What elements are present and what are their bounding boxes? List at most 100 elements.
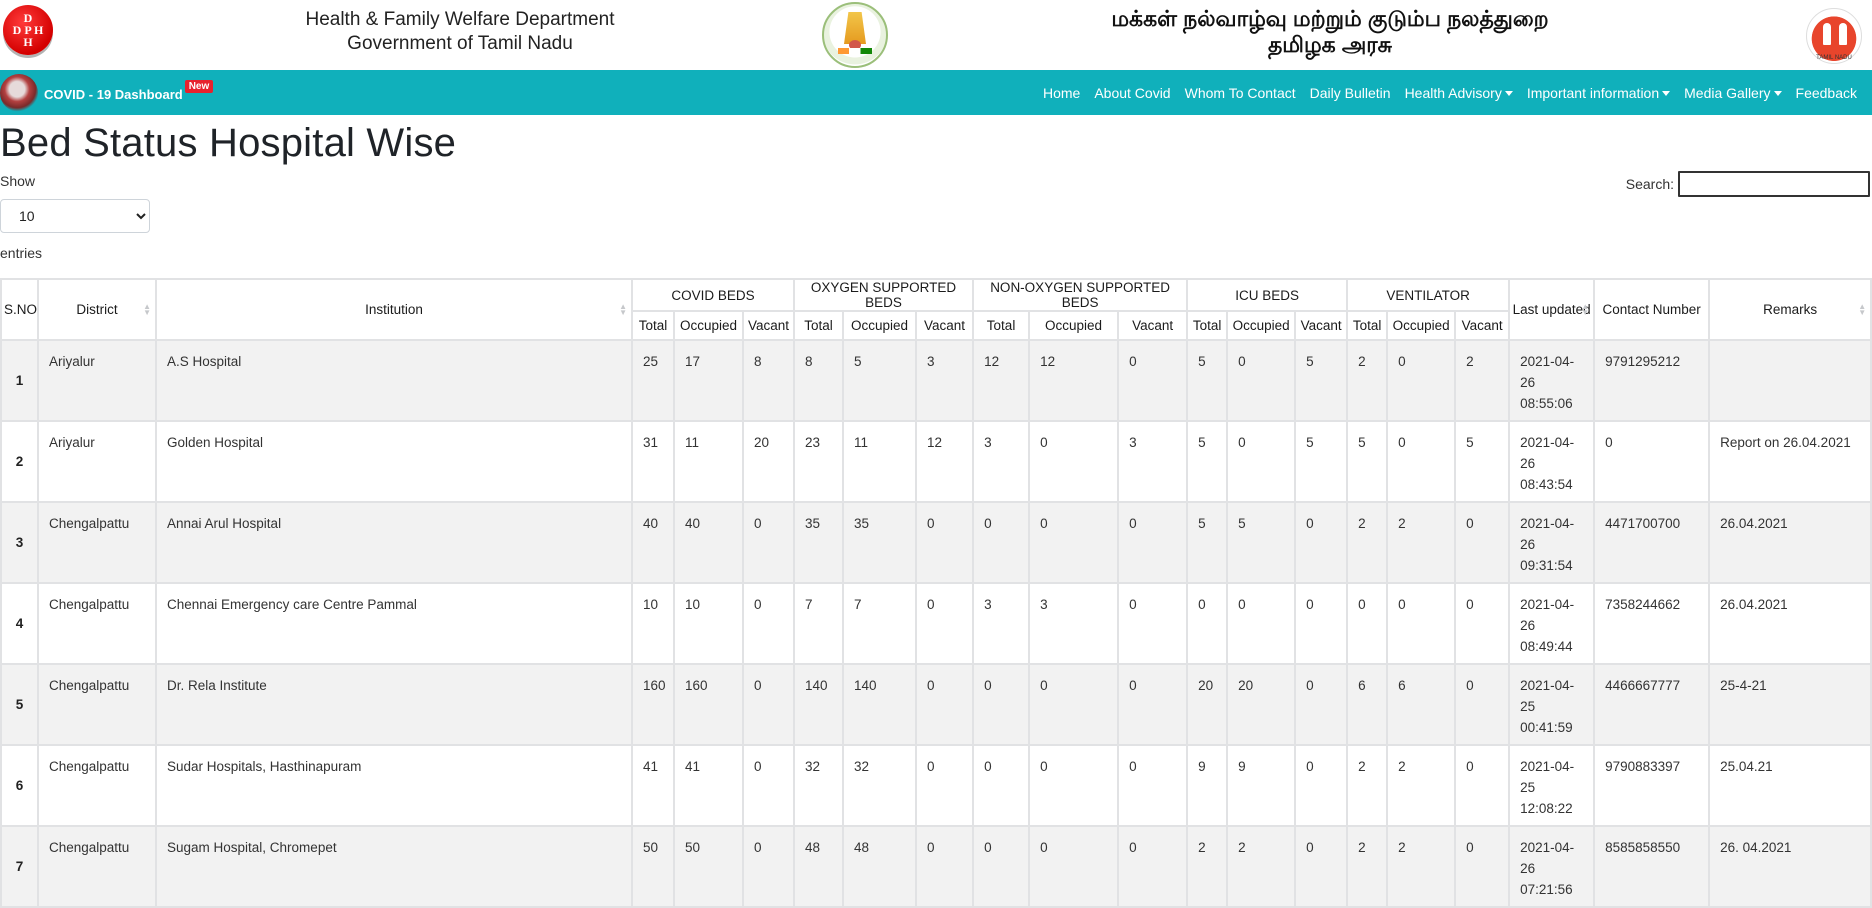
header-sno[interactable]: S.NO	[0, 278, 39, 341]
nav-daily-bulletin[interactable]: Daily Bulletin	[1303, 85, 1398, 101]
cell-district: Ariyalur	[37, 420, 157, 503]
search-input[interactable]	[1678, 171, 1870, 197]
cell-oxygen-occupied: 5	[842, 339, 918, 422]
sort-icon: ▲ ▼	[143, 301, 151, 317]
nhm-caption: TAMIL NADU	[1816, 55, 1852, 61]
cell-remarks: 26.04.2021	[1708, 501, 1872, 584]
cell-remarks: 25-4-21	[1708, 663, 1872, 746]
header-ventilator-total[interactable]: Total	[1346, 310, 1389, 341]
nav-important-information-dropdown[interactable]: Important information	[1520, 85, 1677, 101]
cell-last-updated: 2021-04- 25 00:41:59	[1508, 663, 1596, 746]
header-non-oxygen-vacant[interactable]: Vacant	[1117, 310, 1189, 341]
header-contact-number[interactable]: Contact Number	[1593, 278, 1711, 341]
cell-covid-occupied: 41	[673, 744, 744, 827]
cell-non-oxygen-total: 0	[972, 501, 1031, 584]
header-icu-occupied[interactable]: Occupied	[1226, 310, 1297, 341]
cell-sno: 6	[0, 744, 39, 827]
header-icu-total[interactable]: Total	[1186, 310, 1229, 341]
cell-non-oxygen-vacant: 0	[1117, 501, 1189, 584]
header-covid-vacant[interactable]: Vacant	[741, 310, 796, 341]
caret-down-icon	[1773, 90, 1782, 96]
nav-home[interactable]: Home	[1036, 85, 1087, 101]
cell-district: Chengalpattu	[37, 744, 157, 827]
header-district[interactable]: District ▲ ▼	[37, 278, 157, 341]
cell-ventilator-occupied: 6	[1386, 663, 1457, 746]
header-last-updated[interactable]: Last updated ▲ ▼	[1508, 278, 1596, 341]
cell-icu-occupied: 0	[1226, 582, 1297, 665]
dashboard-brand[interactable]: COVID - 19 Dashboard New	[0, 70, 214, 115]
header-oxygen-vacant[interactable]: Vacant	[915, 310, 975, 341]
cell-last-updated: 2021-04- 26 08:55:06	[1508, 339, 1596, 422]
coronavirus-icon	[0, 73, 38, 112]
nav-health-advisory-dropdown[interactable]: Health Advisory	[1398, 85, 1520, 101]
header-label: Total	[986, 318, 1016, 333]
cell-covid-total: 41	[631, 744, 675, 827]
cell-oxygen-vacant: 0	[915, 663, 975, 746]
cell-oxygen-total: 48	[793, 825, 845, 908]
cell-covid-vacant: 8	[741, 339, 796, 422]
page-title: Bed Status Hospital Wise	[0, 121, 457, 165]
cell-ventilator-total: 2	[1346, 501, 1389, 584]
dashboard-link[interactable]: COVID - 19 Dashboard	[44, 87, 183, 102]
header-oxygen-total[interactable]: Total	[793, 310, 845, 341]
header-label: Occupied	[679, 318, 738, 333]
cell-oxygen-total: 8	[793, 339, 845, 422]
header-covid-occupied[interactable]: Occupied	[673, 310, 744, 341]
header-group-ventilator: VENTILATOR	[1346, 278, 1511, 312]
cell-remarks: 26. 04.2021	[1708, 825, 1872, 908]
cell-non-oxygen-vacant: 0	[1117, 339, 1189, 422]
header-non-oxygen-total[interactable]: Total	[972, 310, 1031, 341]
cell-oxygen-total: 140	[793, 663, 845, 746]
header-remarks[interactable]: Remarks ▲ ▼	[1708, 278, 1872, 341]
last-updated-part: 2021-04-	[1520, 516, 1575, 531]
sort-icon: ▲ ▼	[1858, 301, 1867, 317]
cell-icu-vacant: 5	[1294, 339, 1349, 422]
last-updated-part: 08:55:06	[1520, 396, 1573, 411]
cell-oxygen-vacant: 3	[915, 339, 975, 422]
cell-sno: 2	[0, 420, 39, 503]
nav-label: About Covid	[1094, 84, 1171, 101]
last-updated-part: 2021-04-	[1520, 840, 1575, 855]
header-label: Total	[1192, 318, 1222, 333]
dph-logo[interactable]: D D P H H	[3, 5, 53, 55]
last-updated-part: 08:49:44	[1520, 639, 1573, 654]
cell-ventilator-vacant: 0	[1454, 744, 1511, 827]
cell-ventilator-vacant: 5	[1454, 420, 1511, 503]
header-label: Total	[638, 318, 668, 333]
header-covid-total[interactable]: Total	[631, 310, 675, 341]
cell-sno: 7	[0, 825, 39, 908]
cell-covid-occupied: 11	[673, 420, 744, 503]
header-ventilator-occupied[interactable]: Occupied	[1386, 310, 1457, 341]
header-icu-vacant[interactable]: Vacant	[1294, 310, 1349, 341]
cell-icu-occupied: 20	[1226, 663, 1297, 746]
cell-oxygen-vacant: 0	[915, 582, 975, 665]
cell-icu-vacant: 0	[1294, 582, 1349, 665]
cell-icu-occupied: 0	[1226, 420, 1297, 503]
cell-district: Chengalpattu	[37, 501, 157, 584]
header-non-oxygen-occupied[interactable]: Occupied	[1028, 310, 1120, 341]
cell-covid-occupied: 160	[673, 663, 744, 746]
nav-feedback[interactable]: Feedback	[1789, 85, 1864, 101]
cell-institution: Dr. Rela Institute	[155, 663, 633, 746]
nav-media-gallery-dropdown[interactable]: Media Gallery	[1677, 85, 1788, 101]
entries-per-page-select[interactable]: 10	[0, 199, 150, 233]
nav-about-covid[interactable]: About Covid	[1087, 85, 1177, 101]
cell-oxygen-vacant: 12	[915, 420, 975, 503]
cell-sno: 1	[0, 339, 39, 422]
header-oxygen-occupied[interactable]: Occupied	[842, 310, 918, 341]
cell-covid-total: 40	[631, 501, 675, 584]
cell-covid-vacant: 0	[741, 663, 796, 746]
cell-covid-vacant: 0	[741, 744, 796, 827]
cell-icu-vacant: 0	[1294, 501, 1349, 584]
cell-district: Chengalpattu	[37, 582, 157, 665]
header-ventilator-vacant[interactable]: Vacant	[1454, 310, 1511, 341]
cell-contact-number: 7358244662	[1593, 582, 1711, 665]
nav-whom-to-contact[interactable]: Whom To Contact	[1178, 85, 1303, 101]
government-title-tamil: தமிழக அரசு	[1267, 32, 1393, 57]
cell-contact-number: 9790883397	[1593, 744, 1711, 827]
header-label: Vacant	[1461, 318, 1503, 333]
header-institution[interactable]: Institution ▲ ▼	[155, 278, 633, 341]
cell-institution: Sugam Hospital, Chromepet	[155, 825, 633, 908]
header-group-oxygen-beds: OXYGEN SUPPORTED BEDS	[793, 278, 975, 312]
last-updated-part: 09:31:54	[1520, 558, 1573, 573]
